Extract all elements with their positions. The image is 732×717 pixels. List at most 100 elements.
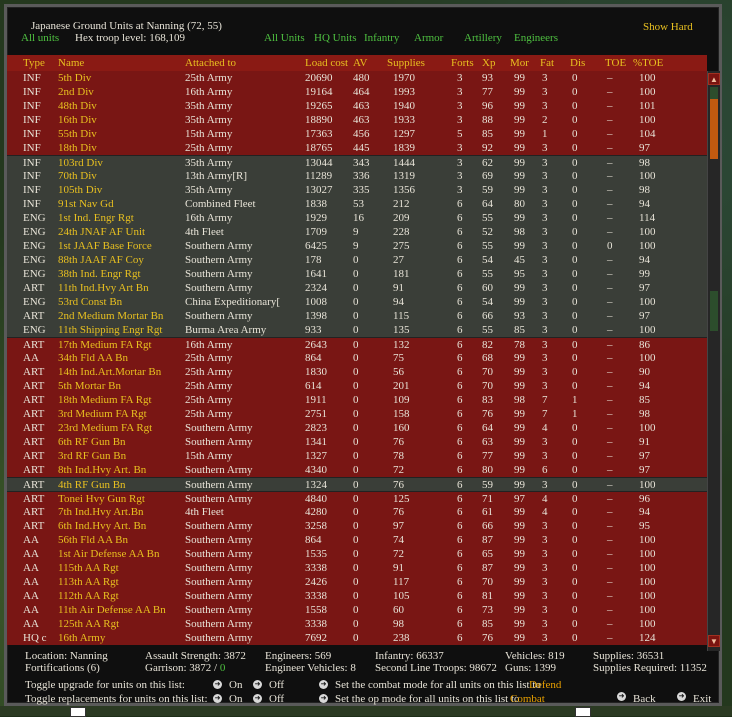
unit-name[interactable]: 18th Medium FA Rgt [58, 394, 152, 406]
upgrade-on-arrow-icon[interactable]: ➜ [213, 680, 222, 689]
unit-name[interactable]: 17th Medium FA Rgt [58, 339, 152, 351]
unit-name[interactable]: 23rd Medium FA Rgt [58, 422, 152, 434]
col-av[interactable]: AV [353, 57, 367, 69]
unit-name[interactable]: 125th AA Rgt [58, 618, 119, 630]
exit-button[interactable]: Exit [693, 693, 711, 705]
all-units-button[interactable]: All units [21, 32, 59, 44]
show-hard-button[interactable]: Show Hard [643, 21, 693, 33]
table-row[interactable]: ART 23rd Medium FA Rgt Southern Army 2823 0 1… [7, 421, 707, 435]
filter-all-units[interactable]: All Units [264, 32, 305, 44]
upgrade-off-button[interactable]: Off [269, 679, 284, 691]
replacements-off-button[interactable]: Off [269, 693, 284, 705]
back-button[interactable]: Back [633, 693, 656, 705]
unit-name[interactable]: 112th AA Rgt [58, 590, 119, 602]
table-row[interactable]: ART 5th Mortar Bn 25th Army 614 0 201 6 70 99 3 0 –… [7, 379, 707, 393]
table-row[interactable]: INF 18th Div 25th Army 18765 445 1839 3 92 99 3 0 –… [7, 141, 707, 155]
unit-name[interactable]: 55th Div [58, 128, 97, 140]
table-row[interactable]: AA 112th AA Rgt Southern Army 3338 0 105 6 81 99… [7, 589, 707, 603]
unit-name[interactable]: 103rd Div [58, 157, 103, 169]
unit-name[interactable]: 5th Div [58, 72, 91, 84]
col-pct-toe[interactable]: %TOE [633, 57, 663, 69]
unit-name[interactable]: 56th Fld AA Bn [58, 534, 128, 546]
table-row[interactable]: AA 11th Air Defense AA Bn Southern Army 155… [7, 603, 707, 617]
table-row[interactable]: ART 14th Ind.Art.Mortar Bn 25th Army 1830 0 5… [7, 365, 707, 379]
col-forts[interactable]: Forts [451, 57, 474, 69]
back-arrow-icon[interactable]: ➜ [617, 692, 626, 701]
table-row[interactable]: INF 105th Div 35th Army 13027 335 1356 3 59 99 3 0… [7, 183, 707, 197]
unit-name[interactable]: 6th RF Gun Bn [58, 436, 126, 448]
scroll-up-icon[interactable]: ▲ [708, 73, 720, 85]
table-row[interactable]: INF 70th Div 13th Army[R] 11289 336 1319 3 69 99… [7, 169, 707, 183]
unit-name[interactable]: 2nd Div [58, 86, 94, 98]
scroll-down-icon[interactable]: ▼ [708, 635, 720, 647]
unit-name[interactable]: 1st Air Defense AA Bn [58, 548, 159, 560]
scroll-thumb[interactable] [710, 99, 718, 159]
unit-name[interactable]: 53rd Const Bn [58, 296, 122, 308]
table-row[interactable]: AA 113th AA Rgt Southern Army 2426 0 117 6 70 99… [7, 575, 707, 589]
unit-name[interactable]: 6th Ind.Hvy Art. Bn [58, 520, 146, 532]
filter-engineers[interactable]: Engineers [514, 32, 558, 44]
op-mode-arrow-icon[interactable]: ➜ [319, 694, 328, 703]
combat-mode-arrow-icon[interactable]: ➜ [319, 680, 328, 689]
table-row[interactable]: ART 6th RF Gun Bn Southern Army 1341 0 76 6 63 9… [7, 435, 707, 449]
unit-name[interactable]: 24th JNAF AF Unit [58, 226, 145, 238]
table-row[interactable]: ENG 1st JAAF Base Force Southern Army 6425 9… [7, 239, 707, 253]
unit-name[interactable]: Tonei Hvy Gun Rgt [58, 493, 145, 505]
table-row[interactable]: INF 103rd Div 35th Army 13044 343 1444 3 62 99 3 0… [7, 155, 707, 169]
op-mode-value[interactable]: Combat [510, 693, 545, 705]
table-row[interactable]: ENG 38th Ind. Engr Rgt Southern Army 1641 0 1… [7, 267, 707, 281]
table-row[interactable]: ENG 53rd Const Bn China Expeditionary[1008… [7, 295, 707, 309]
table-row[interactable]: AA 56th Fld AA Bn Southern Army 864 0 74 6 87 99… [7, 533, 707, 547]
replacements-off-arrow-icon[interactable]: ➜ [253, 694, 262, 703]
unit-name[interactable]: 11th Shipping Engr Rgt [58, 324, 162, 336]
table-row[interactable]: ART 3rd RF Gun Bn 15th Army 1327 0 78 6 77 99 3 0 –… [7, 449, 707, 463]
table-row[interactable]: INF 55th Div 15th Army 17363 456 1297 5 85 99 1 0 –… [7, 127, 707, 141]
scrollbar[interactable]: ▲ ▼ [707, 71, 720, 651]
table-row[interactable]: HQ c 16th Army Southern Army 7692 0 238 6 76 99 3… [7, 631, 707, 645]
col-name[interactable]: Name [58, 57, 84, 69]
unit-name[interactable]: 3rd Medium FA Rgt [58, 408, 147, 420]
unit-name[interactable]: 16th Div [58, 114, 97, 126]
table-row[interactable]: INF 2nd Div 16th Army 19164 464 1993 3 77 99 3 0 – 1… [7, 85, 707, 99]
table-row[interactable]: ENG 88th JAAF AF Coy Southern Army 178 0 27 6 5… [7, 253, 707, 267]
unit-name[interactable]: 88th JAAF AF Coy [58, 254, 144, 266]
table-row[interactable]: ART 18th Medium FA Rgt 25th Army 1911 0 109 6 8… [7, 393, 707, 407]
col-load-cost[interactable]: Load cost [305, 57, 348, 69]
col-type[interactable]: Type [23, 57, 45, 69]
filter-infantry[interactable]: Infantry [364, 32, 399, 44]
table-row[interactable]: ENG 24th JNAF AF Unit 4th Fleet 1709 9 228 6 52… [7, 225, 707, 239]
table-row[interactable]: ART 11th Ind.Hvy Art Bn Southern Army 2324 0… [7, 281, 707, 295]
replacements-on-button[interactable]: On [229, 693, 242, 705]
col-xp[interactable]: Xp [482, 57, 495, 69]
table-row[interactable]: ART 4th RF Gun Bn Southern Army 1324 0 76 6 59 9… [7, 477, 707, 491]
unit-name[interactable]: 38th Ind. Engr Rgt [58, 268, 141, 280]
unit-name[interactable]: 5th Mortar Bn [58, 380, 121, 392]
table-row[interactable]: ART Tonei Hvy Gun Rgt Southern Army 4840 0 12… [7, 491, 707, 505]
upgrade-on-button[interactable]: On [229, 679, 242, 691]
unit-name[interactable]: 8th Ind.Hvy Art. Bn [58, 464, 146, 476]
table-row[interactable]: ENG 1st Ind. Engr Rgt 16th Army 1929 16 209 6 5… [7, 211, 707, 225]
table-row[interactable]: INF 91st Nav Gd Combined Fleet 1838 53 212 6 64… [7, 197, 707, 211]
upgrade-off-arrow-icon[interactable]: ➜ [253, 680, 262, 689]
col-mor[interactable]: Mor [510, 57, 529, 69]
unit-name[interactable]: 3rd RF Gun Bn [58, 450, 126, 462]
filter-hq-units[interactable]: HQ Units [314, 32, 356, 44]
unit-name[interactable]: 115th AA Rgt [58, 562, 119, 574]
table-row[interactable]: AA 34th Fld AA Bn 25th Army 864 0 75 6 68 99 3 0 – 1… [7, 351, 707, 365]
table-row[interactable]: INF 48th Div 35th Army 19265 463 1940 3 96 99 3 0 –… [7, 99, 707, 113]
replacements-on-arrow-icon[interactable]: ➜ [213, 694, 222, 703]
col-fat[interactable]: Fat [540, 57, 554, 69]
unit-name[interactable]: 2nd Medium Mortar Bn [58, 310, 163, 322]
table-row[interactable]: ART 7th Ind.Hvy Art.Bn 4th Fleet 4280 0 76 6 61… [7, 505, 707, 519]
unit-name[interactable]: 16th Army [58, 632, 105, 644]
table-row[interactable]: ART 3rd Medium FA Rgt 25th Army 2751 0 158 6 76… [7, 407, 707, 421]
unit-name[interactable]: 4th RF Gun Bn [58, 479, 126, 491]
col-dis[interactable]: Dis [570, 57, 585, 69]
table-row[interactable]: AA 115th AA Rgt Southern Army 3338 0 91 6 87 99 3… [7, 561, 707, 575]
unit-name[interactable]: 1st JAAF Base Force [58, 240, 152, 252]
table-row[interactable]: AA 1st Air Defense AA Bn Southern Army 1535… [7, 547, 707, 561]
unit-name[interactable]: 34th Fld AA Bn [58, 352, 128, 364]
unit-name[interactable]: 1st Ind. Engr Rgt [58, 212, 134, 224]
unit-name[interactable]: 91st Nav Gd [58, 198, 114, 210]
col-attached[interactable]: Attached to [185, 57, 236, 69]
